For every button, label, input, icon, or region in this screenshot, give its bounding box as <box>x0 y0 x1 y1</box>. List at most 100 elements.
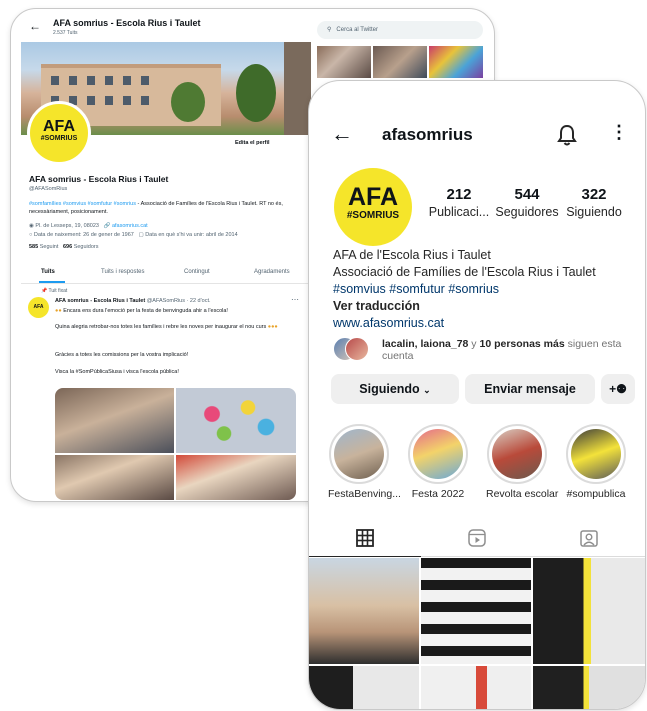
window <box>87 76 95 85</box>
tweet-photo[interactable] <box>176 388 296 453</box>
stat-posts[interactable]: 212 Publicaci... <box>425 186 493 219</box>
highlight-cover <box>492 429 542 479</box>
add-person-icon[interactable]: +⚉ <box>601 374 635 404</box>
followed-by-text[interactable]: lacalin, laiona_78 y 10 personas más sig… <box>382 338 622 362</box>
profile-handle: @AFASomRius <box>29 186 68 192</box>
building-side <box>284 42 311 135</box>
post-thumbnail[interactable] <box>309 558 419 664</box>
search-input[interactable]: ⚲ Cerca al Twitter <box>317 21 483 39</box>
stat-label: Publicaci... <box>428 205 490 219</box>
follow-counts: 585 Seguint 696 Seguidors <box>29 244 98 250</box>
stat-number: 322 <box>581 186 607 203</box>
post-thumbnail[interactable] <box>533 558 645 664</box>
tab-media[interactable]: Contingut <box>184 269 210 275</box>
stat-following[interactable]: 322 Siguiendo <box>562 186 626 219</box>
active-tab-indicator <box>39 281 65 283</box>
post-thumbnail[interactable] <box>533 666 645 709</box>
post-thumbnail[interactable] <box>421 666 531 709</box>
website-link[interactable]: www.afasomrius.cat <box>333 316 444 330</box>
arrow-left-icon[interactable]: ← <box>331 121 353 147</box>
profile-tabs: Tuits Tuits i respostes Contingut Agrada… <box>21 265 311 284</box>
chevron-down-icon: ⌄ <box>423 385 431 395</box>
highlight-ring <box>329 424 389 484</box>
website-link[interactable]: afasomrius.cat <box>112 223 148 229</box>
media-thumbnails[interactable] <box>317 46 483 78</box>
window <box>69 76 77 85</box>
emoji-icon: ●● <box>55 308 62 314</box>
stat-label: Seguidores <box>495 205 559 219</box>
following-count[interactable]: 585 <box>29 244 38 250</box>
bio-hashtags[interactable]: #somfamílies #somvius #somfutur #somrius <box>29 201 136 207</box>
location-icon: ◉ <box>29 223 34 229</box>
tree <box>171 82 205 122</box>
avatar-line2: #SOMRIUS <box>40 135 78 142</box>
followed-by-avatars[interactable] <box>333 337 373 361</box>
highlight-cover <box>571 429 621 479</box>
tab-tagged[interactable] <box>533 521 645 557</box>
bell-icon[interactable] <box>557 124 577 151</box>
post-thumbnail[interactable] <box>421 558 531 664</box>
search-placeholder: Cerca al Twitter <box>336 27 378 33</box>
highlight-item[interactable]: Festa 2022 <box>407 424 469 500</box>
avatar-line2: #SOMRIUS <box>346 210 400 221</box>
emoji-icon: ●●● <box>267 324 278 330</box>
translate-link[interactable]: Ver traducción <box>333 299 420 313</box>
arrow-left-icon[interactable]: ← <box>29 19 41 33</box>
tweet-author[interactable]: AFA somrius - Escola Rius i Taulet <box>55 298 145 304</box>
edit-profile-button[interactable]: Edita el perfil <box>235 140 270 146</box>
search-icon: ⚲ <box>327 27 332 33</box>
tweet-photo[interactable] <box>55 388 174 453</box>
tab-posts[interactable] <box>309 521 421 557</box>
more-vertical-icon[interactable]: ⋮ <box>610 122 628 143</box>
tab-tweets[interactable]: Tuits <box>41 269 55 275</box>
media-thumb[interactable] <box>317 46 371 78</box>
stat-followers[interactable]: 544 Seguidores <box>494 186 560 219</box>
following-label[interactable]: Seguint <box>40 244 59 250</box>
highlight-item[interactable]: Revolta escolar <box>486 424 559 500</box>
window <box>141 76 149 85</box>
avatar[interactable]: AFA #SOMRIUS <box>27 101 91 165</box>
followers-label[interactable]: Seguidors <box>74 244 99 250</box>
message-button[interactable]: Enviar mensaje <box>465 374 595 404</box>
profile-name: AFA de l'Escola Rius i Taulet <box>333 248 491 262</box>
highlight-label: Revolta escolar <box>486 488 559 500</box>
more-horizontal-icon[interactable]: ⋯ <box>291 295 299 304</box>
tweet-count: 2.537 Tuits <box>53 30 78 36</box>
location-text: Pl. de Lesseps, 19, 08023 <box>35 223 99 229</box>
profile-hashtags[interactable]: #somvius #somfutur #somrius <box>333 282 499 296</box>
grid-icon <box>356 529 374 547</box>
tab-tweets-replies[interactable]: Tuits i respostes <box>101 269 144 275</box>
posts-grid <box>309 558 645 709</box>
tweet-photo[interactable] <box>176 455 296 500</box>
avatar-line1: AFA <box>348 183 398 211</box>
link-icon: 🔗 <box>103 223 111 229</box>
tweet-line: Visca la #SomPúblicaSiusa i visca l'esco… <box>55 368 300 376</box>
highlight-item[interactable]: #sompublica <box>565 424 627 500</box>
message-button-label: Enviar mensaje <box>484 382 576 396</box>
tab-likes[interactable]: Agradaments <box>254 269 290 275</box>
post-thumbnail[interactable] <box>309 666 419 709</box>
media-thumb[interactable] <box>429 46 483 78</box>
pinned-text: Tuit fixat <box>48 288 68 294</box>
content-tabs <box>309 521 645 557</box>
tweet-header: AFA somrius - Escola Rius i Taulet @AFAS… <box>55 298 211 304</box>
followers-count[interactable]: 696 <box>63 244 72 250</box>
tweet-avatar[interactable]: AFA <box>28 297 49 318</box>
joined-text: Data en què s'hi va unir: abril de 2014 <box>145 232 238 238</box>
tweet-line: Gràcies a totes les comissions per la vo… <box>55 351 300 359</box>
highlight-label: FestaBenving... <box>328 488 401 500</box>
highlight-label: Festa 2022 <box>411 488 465 500</box>
tab-reels[interactable] <box>421 521 533 557</box>
tweet-text: Visca la #SomPúblicaSiusa i visca l'esco… <box>55 369 179 375</box>
tweet-photo[interactable] <box>55 455 174 500</box>
avatar-line1: AFA <box>43 118 75 135</box>
window <box>87 96 95 105</box>
stat-number: 544 <box>514 186 540 203</box>
avatar[interactable]: AFA #SOMRIUS <box>334 168 412 246</box>
media-thumb[interactable] <box>373 46 427 78</box>
profile-meta-row2: ○ Data de naixement: 26 de gener de 1967… <box>29 232 238 238</box>
tweet-media-grid[interactable] <box>55 388 296 500</box>
highlight-item[interactable]: FestaBenving... <box>328 424 401 500</box>
window <box>123 96 131 105</box>
following-button[interactable]: Siguiendo ⌄ <box>331 374 459 404</box>
